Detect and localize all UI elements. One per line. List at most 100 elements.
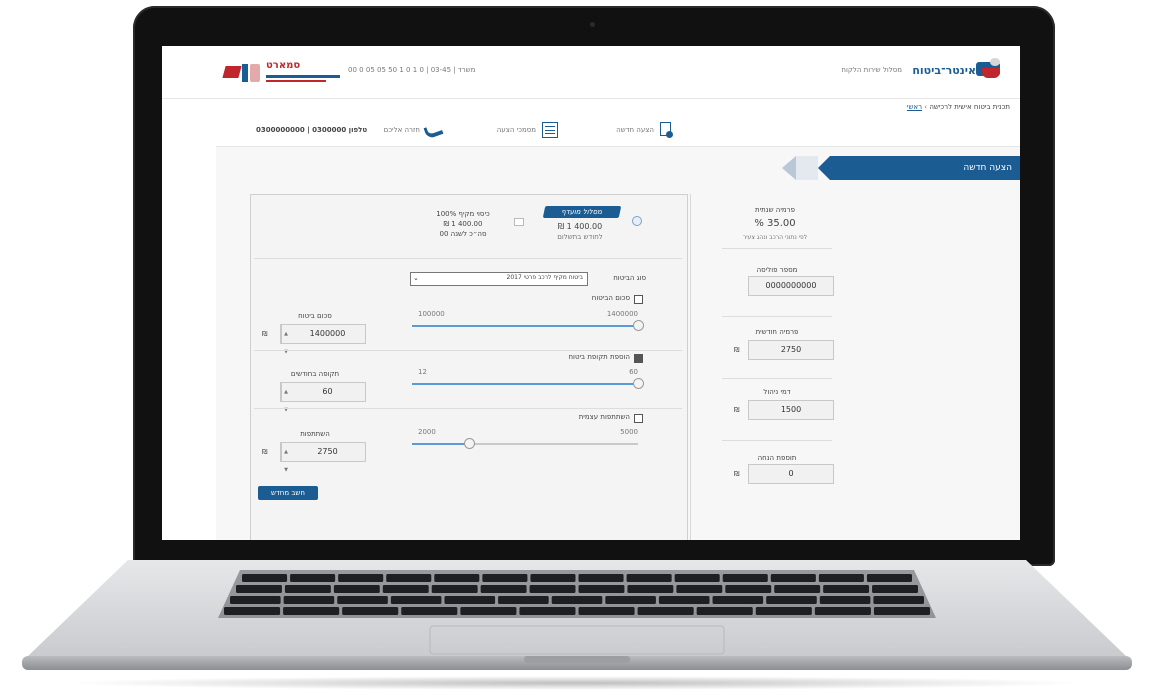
- period-slider-track[interactable]: [412, 383, 638, 385]
- period-check-label: הוספת תקופת ביטוח: [568, 353, 630, 361]
- sum-input[interactable]: ▲ ▼ 1400000: [280, 324, 366, 355]
- offer-radio-selected[interactable]: [632, 216, 642, 226]
- divider: [254, 350, 682, 351]
- new-offer-link[interactable]: הצעה חדשה: [576, 126, 654, 134]
- partner-logo[interactable]: סמארט: [222, 58, 342, 86]
- keyboard-key: [823, 585, 870, 593]
- policy-field[interactable]: 0000000000: [748, 276, 834, 296]
- sum-stepper[interactable]: ▲ ▼: [281, 325, 290, 355]
- keyboard-key: [712, 596, 764, 604]
- keyboard-key: [236, 585, 282, 593]
- divider: [722, 440, 832, 441]
- divider: [254, 408, 682, 409]
- section-flag-label: הצעה חדשה: [830, 156, 1020, 180]
- rate-sub: לפי נתוני הרכב ונהג צעיר: [742, 234, 808, 241]
- deductible-check-label: השתתפות עצמית: [578, 413, 630, 421]
- divider: [722, 316, 832, 317]
- period-max-label: 60: [629, 368, 638, 376]
- breadcrumb-home-link[interactable]: ראשי: [907, 103, 922, 111]
- new-offer-icon[interactable]: [658, 122, 674, 138]
- rate-value: % 35.00: [754, 218, 796, 229]
- deductible-input[interactable]: ▲ ▼ 2750: [280, 442, 366, 473]
- sum-currency: ₪: [262, 330, 268, 338]
- keyboard-key: [434, 574, 480, 582]
- recalculate-button[interactable]: חשב מחדש: [258, 486, 318, 500]
- product-select-value: ביטוח מקיף לרכב פרטי 2017: [506, 274, 583, 281]
- laptop-screen: אינטר־ביטוח מסלול שירות הלקוח סמארט משרד…: [162, 46, 1020, 540]
- deductible-stepper[interactable]: ▲ ▼: [281, 443, 290, 473]
- keyboard-key: [696, 607, 753, 615]
- keyboard-key: [338, 574, 384, 582]
- period-input[interactable]: ▲ ▼ 60: [280, 382, 366, 413]
- keyboard-key: [755, 607, 812, 615]
- keyboard-key: [519, 607, 576, 615]
- keyboard-key: [337, 596, 388, 604]
- fees-label: דמי ניהול: [763, 388, 791, 396]
- divider: [722, 378, 832, 379]
- discount-label: תוספת הנחה: [757, 454, 797, 462]
- documents-link[interactable]: מסמכי הצעה: [456, 126, 536, 134]
- deductible-checkbox[interactable]: [634, 414, 643, 423]
- phone-number: 0300000000 | 0300000 טלפון: [256, 126, 368, 134]
- divider: [254, 258, 682, 259]
- chevron-down-icon: ⌄: [413, 274, 419, 282]
- period-slider-handle[interactable]: [633, 378, 644, 389]
- keyboard-key: [819, 596, 871, 604]
- rate-title: פרמיה שנתית: [755, 206, 795, 214]
- keyboard-key: [283, 607, 340, 615]
- keyboard-key: [674, 574, 720, 582]
- sum-slider-fill: [412, 325, 638, 327]
- keyboard-key: [230, 596, 281, 604]
- sum-slider-handle[interactable]: [633, 320, 644, 331]
- sum-slider-track[interactable]: [412, 325, 638, 327]
- keyboard-key: [866, 574, 912, 582]
- camera-dot: [590, 22, 595, 27]
- offer-radio-alt[interactable]: [514, 218, 524, 226]
- discount-field[interactable]: 0: [748, 464, 834, 484]
- breadcrumb-separator: ›: [924, 103, 928, 111]
- section-flag: הצעה חדשה: [782, 156, 1020, 180]
- phone-icon[interactable]: [423, 122, 444, 140]
- sum-max-label: 1400000: [606, 310, 638, 318]
- keyboard-key: [460, 607, 517, 615]
- keyboard-key: [578, 574, 624, 582]
- keyboard-key: [224, 607, 281, 615]
- keyboard-key: [390, 596, 442, 604]
- deductible-min-label: 2000: [418, 428, 436, 436]
- keyboard-key: [605, 596, 656, 604]
- period-stepper[interactable]: ▲ ▼: [281, 383, 290, 413]
- keyboard-key: [722, 574, 768, 582]
- keyboard-key: [290, 574, 336, 582]
- deductible-slider-track[interactable]: [412, 443, 638, 445]
- keyboard-key: [658, 596, 710, 604]
- keyboard-key: [283, 596, 335, 604]
- product-select[interactable]: ⌄ ביטוח מקיף לרכב פרטי 2017: [410, 272, 588, 286]
- top-nav-links[interactable]: מסלול שירות הלקוח: [707, 66, 902, 74]
- logo-text: אינטר־ביטוח: [912, 64, 976, 77]
- offer-selected[interactable]: מסלול מועדף ₪ 1 400.00 לחודש בתשלום: [540, 206, 622, 246]
- offer-alternative[interactable]: כיסוי מקיף 100% ₪ 1 400.00 סה״כ לשנה 00: [418, 210, 508, 244]
- laptop-base: [22, 560, 1132, 670]
- breadcrumb-current: תכנית ביטוח אישית לרכישה: [929, 103, 1010, 111]
- monthly-field[interactable]: 2750: [748, 340, 834, 360]
- keyboard-key: [498, 596, 549, 604]
- keyboard-key: [873, 607, 930, 615]
- keyboard-key: [242, 574, 288, 582]
- keyboard-key: [770, 574, 816, 582]
- sum-input-value: 1400000: [309, 329, 346, 338]
- keyboard-key: [676, 585, 723, 593]
- documents-icon[interactable]: [542, 122, 558, 138]
- period-slider-fill: [412, 383, 638, 385]
- sum-checkbox[interactable]: [634, 295, 643, 304]
- deductible-max-label: 5000: [620, 428, 638, 436]
- brand-logo[interactable]: אינטר־ביטוח: [912, 58, 1008, 84]
- fees-field[interactable]: 1500: [748, 400, 834, 420]
- keyboard-key: [578, 607, 635, 615]
- laptop-shadow: [60, 676, 1090, 690]
- deductible-slider-handle[interactable]: [463, 438, 475, 449]
- period-field-label: תקופה בחודשים: [290, 370, 340, 378]
- keyboard-key: [382, 585, 429, 593]
- period-checkbox[interactable]: [634, 354, 643, 363]
- keyboard-key: [818, 574, 864, 582]
- keyboard-key: [530, 574, 576, 582]
